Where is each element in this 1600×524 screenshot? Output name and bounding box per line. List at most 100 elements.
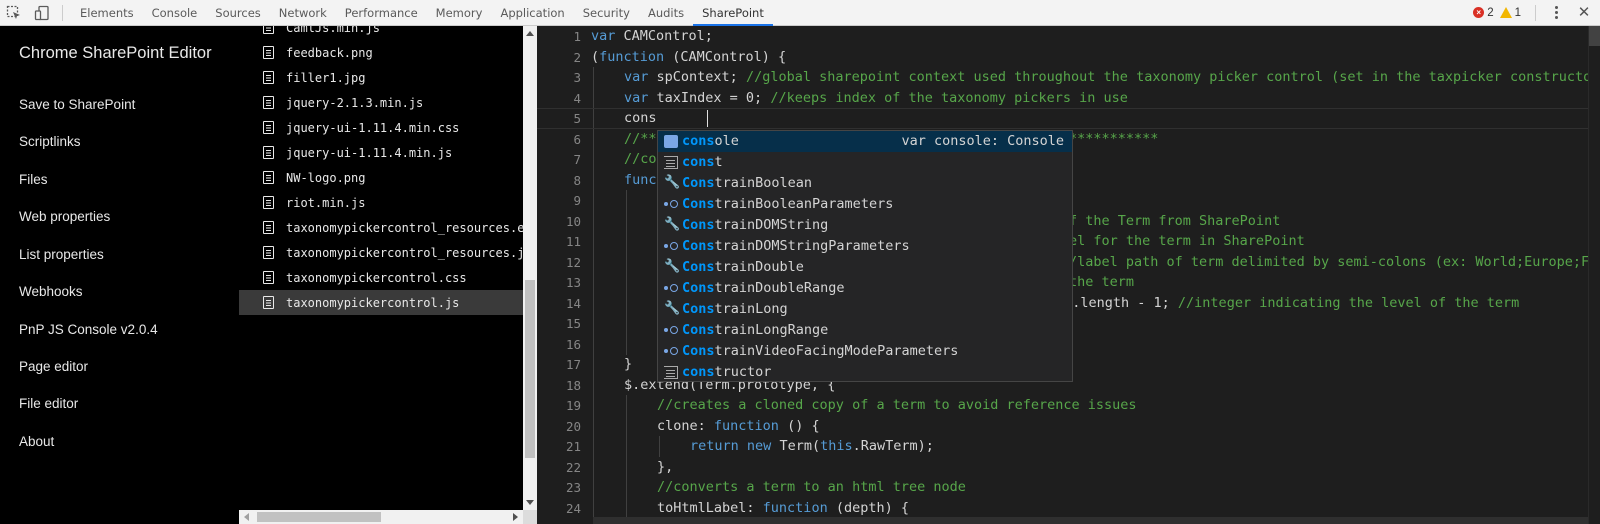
file-name: riot.min.js [286,195,366,210]
nav-item-about[interactable]: About [19,434,54,449]
suggestion-item[interactable]: const [658,152,1072,173]
suggestion-item[interactable]: ConstrainDOMStringParameters [658,236,1072,257]
file-list-horizontal-scrollbar[interactable] [239,510,523,524]
scrollbar-thumb[interactable] [525,280,535,458]
tab-audits[interactable]: Audits [639,0,693,26]
line-number: 9 [573,193,581,208]
suggestion-item[interactable]: constructor [658,362,1072,383]
suggestion-item[interactable]: ConstrainBooleanParameters [658,194,1072,215]
interface-icon [664,345,678,358]
nav-item-list-properties[interactable]: List properties [19,247,104,262]
file-item[interactable]: feedback.png [239,40,523,65]
file-item[interactable]: filler1.jpg [239,65,523,90]
warning-icon [1499,7,1512,18]
nav-item-scriptlinks[interactable]: Scriptlinks [19,134,81,149]
file-item[interactable]: taxonomypickercontrol.css [239,265,523,290]
scrollbar-thumb[interactable] [257,512,381,522]
file-name: filler1.jpg [286,70,366,85]
device-toggle-icon[interactable] [28,0,56,26]
suggestion-label: ConstrainBooleanParameters [682,194,893,215]
error-icon: × [1473,7,1485,18]
suggestion-item[interactable]: ConstrainLongRange [658,320,1072,341]
toolbar-divider [62,4,63,21]
file-list-vertical-scrollbar[interactable] [523,26,537,510]
scroll-down-arrow-icon[interactable] [526,500,534,505]
scrollbar-thumb[interactable] [1589,26,1600,46]
match-text: Cons [682,280,715,296]
nav-item-web-properties[interactable]: Web properties [19,209,110,224]
suggestion-item[interactable]: 🔧 ConstrainBoolean [658,173,1072,194]
code-line: 20 clone: function () { [537,415,1600,437]
editor-horizontal-scrollbar[interactable] [593,517,1588,524]
file-item[interactable]: NW-logo.png [239,165,523,190]
line-number: 3 [573,70,581,85]
line-number: 8 [573,172,581,188]
suggestion-rest: tructor [714,364,772,380]
suggestion-label: ConstrainDOMStringParameters [682,236,910,257]
panel-tabs: Elements Console Sources Network Perform… [71,0,773,26]
code-token: () { [778,417,820,434]
suggestion-item[interactable]: 🔧 ConstrainDouble [658,257,1072,278]
tab-console[interactable]: Console [143,0,207,26]
file-item[interactable]: jquery-ui-1.11.4.min.css [239,115,523,140]
error-counter[interactable]: × 2 [1473,7,1494,19]
code-comment: f the Term from SharePoint [1069,212,1281,229]
file-name: taxonomypickercontrol_resources.js [286,245,523,260]
close-icon[interactable]: ✕ [1574,0,1594,26]
code-text: } [624,356,633,372]
indent-guide [626,272,627,293]
code-token: (CAMControl) { [664,48,787,65]
suggestion-rest: trainDoubleRange [714,280,845,296]
tab-performance[interactable]: Performance [336,0,427,26]
suggestion-item[interactable]: ConstrainDoubleRange [658,278,1072,299]
nav-item-webhooks[interactable]: Webhooks [19,284,83,299]
indent-guide [593,169,594,191]
tab-application[interactable]: Application [491,0,573,26]
line-number: 18 [565,377,581,393]
tab-security[interactable]: Security [574,0,639,26]
indent-guide [593,87,594,109]
tab-memory[interactable]: Memory [427,0,492,26]
code-comment: //global sharepoint context used through… [745,69,1600,85]
file-list: CamlJs.min.js feedback.png filler1.jpg j… [239,26,523,524]
file-icon [263,26,274,34]
line-number: 15 [565,316,581,331]
scroll-right-arrow-icon[interactable] [513,513,518,521]
code-token: return [690,438,739,454]
code-token: ( [591,48,600,65]
tab-sources[interactable]: Sources [206,0,270,26]
match-text: Cons [682,196,715,212]
warning-counter[interactable]: 1 [1499,7,1521,19]
editor-vertical-scrollbar[interactable] [1588,26,1600,524]
nav-item-page-editor[interactable]: Page editor [19,359,88,374]
suggestion-item[interactable]: ConstrainVideoFacingModeParameters [658,341,1072,362]
suggestion-item[interactable]: 🔧 ConstrainLong [658,299,1072,320]
tab-elements[interactable]: Elements [71,0,143,26]
scroll-left-arrow-icon[interactable] [244,513,249,521]
suggestion-rest: trainVideoFacingModeParameters [714,343,959,359]
scroll-up-arrow-icon[interactable] [526,31,534,36]
file-item[interactable]: jquery-2.1.3.min.js [239,90,523,115]
file-item[interactable]: taxonomypickercontrol_resources.js [239,240,523,265]
tab-network[interactable]: Network [270,0,336,26]
nav-item-files[interactable]: Files [19,172,48,187]
suggestion-label: console [682,131,739,152]
file-item[interactable]: riot.min.js [239,190,523,215]
code-token: var [624,69,649,85]
suggestion-item-selected[interactable]: console var console: Console [658,131,1072,152]
match-text: Cons [682,301,715,317]
file-item[interactable]: CamlJs.min.js [239,26,523,40]
tab-sharepoint[interactable]: SharePoint [693,0,773,26]
more-options-icon[interactable] [1546,0,1566,26]
interface-icon [664,240,678,253]
inspect-element-icon[interactable] [0,0,28,26]
suggestion-item[interactable]: 🔧 ConstrainDOMString [658,215,1072,236]
code-comment: el for the term in SharePoint [1069,233,1305,249]
file-item[interactable]: jquery-ui-1.11.4.min.js [239,140,523,165]
nav-item-file-editor[interactable]: File editor [19,396,78,411]
file-item-selected[interactable]: taxonomypickercontrol.js [239,290,523,315]
nav-item-pnp-js-console[interactable]: PnP JS Console v2.0.4 [19,322,158,337]
nav-item-save-to-sharepoint[interactable]: Save to SharePoint [19,97,135,112]
file-icon [263,271,274,284]
file-item[interactable]: taxonomypickercontrol_resources.en.js [239,215,523,240]
